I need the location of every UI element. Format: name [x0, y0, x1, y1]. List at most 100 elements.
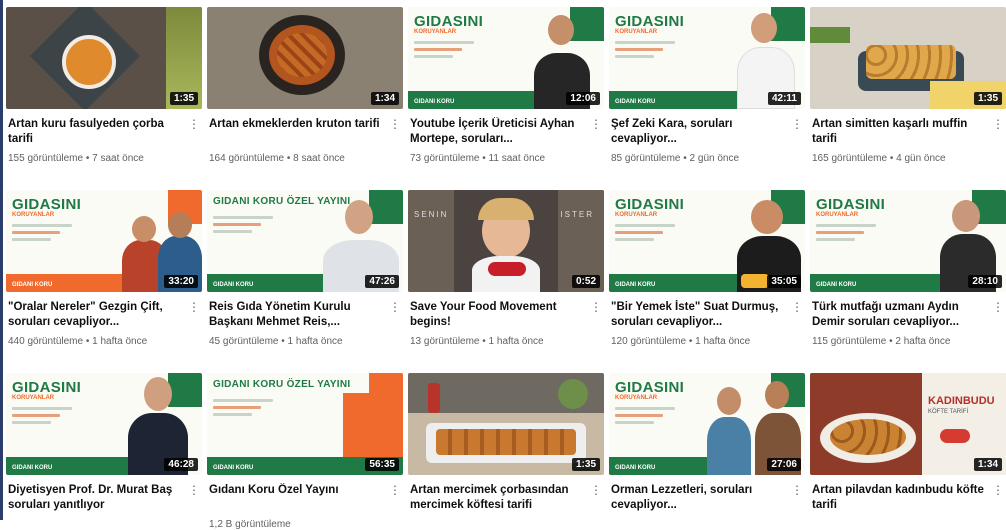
more-options-icon[interactable]: ⋮ — [389, 300, 401, 314]
video-title[interactable]: Save Your Food Movement begins! — [410, 300, 586, 330]
thumbnail-brand: GIDANI KORU ÖZEL YAYINI — [213, 379, 351, 390]
video-thumbnail[interactable]: SENIN ISTER 0:52 — [408, 190, 604, 292]
video-thumbnail[interactable]: 1:35 — [6, 7, 202, 109]
more-options-icon[interactable]: ⋮ — [188, 300, 200, 314]
more-options-icon[interactable]: ⋮ — [992, 117, 1004, 131]
thumbnail-footer: GIDANI KORU — [615, 282, 656, 288]
video-thumbnail[interactable]: GIDASINI KORUYANLAR GIDANI KORU 35:05 — [609, 190, 805, 292]
video-thumbnail[interactable]: GIDASINI KORUYANLAR GIDANI KORU 27:06 — [609, 373, 805, 475]
video-meta: 73 görüntüleme • 11 saat önce — [410, 153, 546, 164]
video-meta: 13 görüntüleme • 1 hafta önce — [410, 336, 544, 347]
video-meta: 120 görüntüleme • 1 hafta önce — [611, 336, 751, 347]
video-duration: 12:06 — [566, 92, 600, 105]
video-title[interactable]: Artan kuru fasulyeden çorba tarifi — [8, 117, 184, 147]
video-duration: 28:10 — [968, 275, 1002, 288]
thumbnail-word: KADINBUDU — [928, 395, 995, 407]
video-thumbnail[interactable]: KADINBUDU KÖFTE TARİFİ 1:34 — [810, 373, 1006, 475]
thumbnail-subbrand: KORUYANLAR — [615, 29, 658, 35]
video-title[interactable]: Reis Gıda Yönetim Kurulu Başkanı Mehmet … — [209, 300, 385, 330]
video-title[interactable]: Gıdanı Koru Özel Yayını — [209, 483, 385, 498]
thumbnail-subbrand: KORUYANLAR — [615, 395, 658, 401]
video-thumbnail[interactable]: GIDANI KORU ÖZEL YAYINI GIDANI KORU 47:2… — [207, 190, 403, 292]
video-meta: 440 görüntüleme • 1 hafta önce — [8, 336, 148, 347]
video-duration: 47:26 — [365, 275, 399, 288]
video-duration: 1:35 — [973, 92, 1002, 105]
video-thumbnail[interactable]: GIDASINI KORUYANLAR GIDANI KORU 33:20 — [6, 190, 202, 292]
thumbnail-subbrand: KORUYANLAR — [12, 212, 55, 218]
video-thumbnail[interactable]: GIDASINI KORUYANLAR GIDANI KORU 46:28 — [6, 373, 202, 475]
video-thumbnail[interactable]: GIDASINI KORUYANLAR GIDANI KORU 28:10 — [810, 190, 1006, 292]
video-thumbnail[interactable]: 1:34 — [207, 7, 403, 109]
video-title[interactable]: "Bir Yemek İste" Suat Durmuş, soruları c… — [611, 300, 787, 330]
more-options-icon[interactable]: ⋮ — [791, 117, 803, 131]
thumbnail-brand: GIDASINI — [816, 196, 886, 213]
video-thumbnail[interactable]: GIDASINI KORUYANLAR GIDANI KORU 42:11 — [609, 7, 805, 109]
video-title[interactable]: Artan ekmeklerden kruton tarifi — [209, 117, 385, 132]
thumbnail-footer: GIDANI KORU — [213, 465, 254, 471]
video-duration: 27:06 — [767, 458, 801, 471]
thumbnail-subbrand: KORUYANLAR — [12, 395, 55, 401]
video-title[interactable]: Diyetisyen Prof. Dr. Murat Baş soruları … — [8, 483, 184, 513]
video-duration: 35:05 — [767, 275, 801, 288]
more-options-icon[interactable]: ⋮ — [590, 117, 602, 131]
more-options-icon[interactable]: ⋮ — [188, 117, 200, 131]
thumbnail-brand: GIDASINI — [615, 13, 685, 30]
video-title[interactable]: Türk mutfağı uzmanı Aydın Demir soruları… — [812, 300, 988, 330]
more-options-icon[interactable]: ⋮ — [590, 300, 602, 314]
thumbnail-subbrand: KORUYANLAR — [615, 212, 658, 218]
video-meta: 165 görüntüleme • 4 gün önce — [812, 153, 946, 164]
video-duration: 42:11 — [767, 92, 801, 105]
video-duration: 1:34 — [370, 92, 399, 105]
more-options-icon[interactable]: ⋮ — [389, 483, 401, 497]
thumbnail-footer: GIDANI KORU — [213, 282, 254, 288]
thumbnail-brand: GIDANI KORU ÖZEL YAYINI — [213, 196, 351, 207]
more-options-icon[interactable]: ⋮ — [791, 483, 803, 497]
thumbnail-footer: GIDANI KORU — [414, 99, 455, 105]
video-title[interactable]: Şef Zeki Kara, soruları cevapliyor... — [611, 117, 787, 147]
video-duration: 1:35 — [571, 458, 600, 471]
video-thumbnail[interactable]: 1:35 — [408, 373, 604, 475]
thumbnail-footer: GIDANI KORU — [816, 282, 857, 288]
thumbnail-footer: GIDANI KORU — [12, 282, 53, 288]
video-duration: 1:34 — [973, 458, 1002, 471]
more-options-icon[interactable]: ⋮ — [590, 483, 602, 497]
video-title[interactable]: "Oralar Nereler" Gezgin Çift, soruları c… — [8, 300, 184, 330]
thumbnail-brand: GIDASINI — [615, 196, 685, 213]
window-frame-edge — [0, 0, 3, 520]
video-title[interactable]: Artan simitten kaşarlı muffin tarifi — [812, 117, 988, 147]
thumbnail-word: ISTER — [560, 210, 594, 219]
video-meta: 1,2 B görüntüleme — [209, 519, 291, 530]
video-meta: 155 görüntüleme • 7 saat önce — [8, 153, 144, 164]
video-title[interactable]: Artan pilavdan kadınbudu köfte tarifi — [812, 483, 988, 513]
thumbnail-brand: GIDASINI — [12, 379, 82, 396]
video-title[interactable]: Youtube İçerik Üreticisi Ayhan Mortepe, … — [410, 117, 586, 147]
video-meta: 164 görüntüleme • 8 saat önce — [209, 153, 345, 164]
video-thumbnail[interactable]: 1:35 — [810, 7, 1006, 109]
more-options-icon[interactable]: ⋮ — [389, 117, 401, 131]
video-meta: 85 görüntüleme • 2 gün önce — [611, 153, 740, 164]
thumbnail-brand: GIDASINI — [12, 196, 82, 213]
video-thumbnail[interactable]: GIDASINI KORUYANLAR GIDANI KORU 12:06 — [408, 7, 604, 109]
thumbnail-subbrand: KORUYANLAR — [816, 212, 859, 218]
video-duration: 33:20 — [164, 275, 198, 288]
video-meta: 45 görüntüleme • 1 hafta önce — [209, 336, 343, 347]
thumbnail-footer: GIDANI KORU — [615, 465, 656, 471]
thumbnail-word: KÖFTE TARİFİ — [928, 409, 969, 415]
thumbnail-subbrand: KORUYANLAR — [414, 29, 457, 35]
thumbnail-brand: GIDASINI — [615, 379, 685, 396]
video-duration: 0:52 — [571, 275, 600, 288]
video-title[interactable]: Artan mercimek çorbasından mercimek köft… — [410, 483, 586, 513]
video-thumbnail[interactable]: GIDANI KORU ÖZEL YAYINI GIDANI KORU 56:3… — [207, 373, 403, 475]
video-duration: 56:35 — [365, 458, 399, 471]
more-options-icon[interactable]: ⋮ — [992, 300, 1004, 314]
more-options-icon[interactable]: ⋮ — [188, 483, 200, 497]
more-options-icon[interactable]: ⋮ — [992, 483, 1004, 497]
thumbnail-footer: GIDANI KORU — [12, 465, 53, 471]
thumbnail-brand: GIDASINI — [414, 13, 484, 30]
video-meta: 115 görüntüleme • 2 hafta önce — [812, 336, 951, 347]
thumbnail-footer: GIDANI KORU — [615, 99, 656, 105]
video-duration: 1:35 — [169, 92, 198, 105]
thumbnail-word: SENIN — [414, 210, 449, 219]
video-title[interactable]: Orman Lezzetleri, soruları cevapliyor... — [611, 483, 787, 513]
more-options-icon[interactable]: ⋮ — [791, 300, 803, 314]
